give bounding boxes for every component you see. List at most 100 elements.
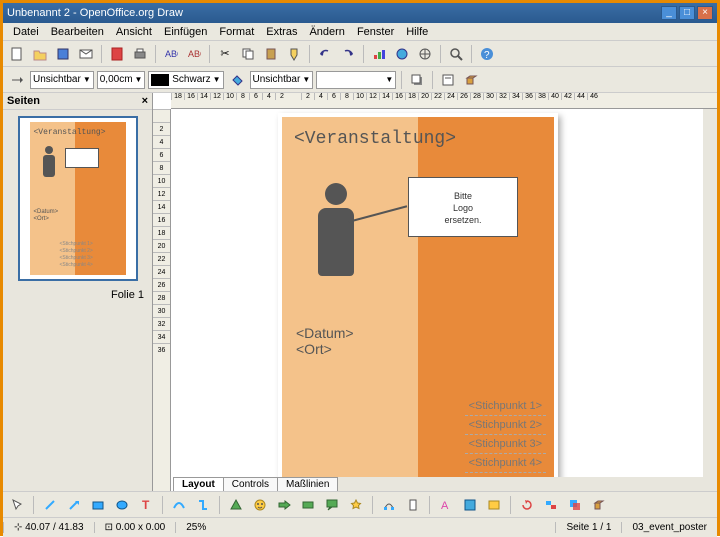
- line-width-dropdown[interactable]: 0,00cm▼: [97, 71, 146, 89]
- flowchart-tool[interactable]: [298, 495, 318, 515]
- line-tool[interactable]: [40, 495, 60, 515]
- fill-color-dropdown[interactable]: ▼: [316, 71, 396, 89]
- fontwork-tool[interactable]: A: [436, 495, 456, 515]
- tab-controls[interactable]: Controls: [223, 477, 278, 491]
- close-button[interactable]: ×: [697, 6, 713, 20]
- vertical-ruler: 24681012141618202224262830323436: [153, 109, 171, 491]
- menu-einfuegen[interactable]: Einfügen: [158, 26, 213, 38]
- copy-button[interactable]: [238, 44, 258, 64]
- chart-button[interactable]: [369, 44, 389, 64]
- export-pdf-button[interactable]: [107, 44, 127, 64]
- symbol-shapes-tool[interactable]: [250, 495, 270, 515]
- svg-text:?: ?: [484, 50, 490, 61]
- menu-fenster[interactable]: Fenster: [351, 26, 400, 38]
- extrusion-button[interactable]: [461, 70, 481, 90]
- format-paint-button[interactable]: [284, 44, 304, 64]
- arrow-style-button[interactable]: [7, 70, 27, 90]
- star-tool[interactable]: [346, 495, 366, 515]
- tab-layout[interactable]: Layout: [173, 477, 224, 491]
- maximize-button[interactable]: □: [679, 6, 695, 20]
- fill-style-dropdown[interactable]: Unsichtbar▼: [250, 71, 314, 89]
- text-tool[interactable]: T: [136, 495, 156, 515]
- logo-placeholder[interactable]: Bitte Logo ersetzen.: [408, 177, 518, 237]
- tab-masslinien[interactable]: Maßlinien: [277, 477, 338, 491]
- bullets-placeholder[interactable]: <Stichpunkt 1> <Stichpunkt 2> <Stichpunk…: [465, 397, 546, 473]
- status-template: 03_event_poster: [621, 522, 717, 533]
- svg-text:ABC: ABC: [165, 49, 178, 59]
- titlebar: Unbenannt 2 - OpenOffice.org Draw _ □ ×: [3, 3, 717, 23]
- new-button[interactable]: [7, 44, 27, 64]
- menubar: Datei Bearbeiten Ansicht Einfügen Format…: [3, 23, 717, 41]
- slide-label: Folie 1: [3, 287, 152, 303]
- select-tool[interactable]: [7, 495, 27, 515]
- status-page: Seite 1 / 1: [555, 522, 621, 533]
- horizontal-ruler: 1816141210864224681012141618202224262830…: [171, 93, 717, 109]
- mail-button[interactable]: [76, 44, 96, 64]
- basic-shapes-tool[interactable]: [226, 495, 246, 515]
- save-button[interactable]: [53, 44, 73, 64]
- rectangle-tool[interactable]: [88, 495, 108, 515]
- menu-format[interactable]: Format: [213, 26, 260, 38]
- autospell-button[interactable]: ABC: [184, 44, 204, 64]
- rotate-tool[interactable]: [517, 495, 537, 515]
- toolbar-line-fill: Unsichtbar▼ 0,00cm▼ Schwarz▼ Unsichtbar▼…: [3, 67, 717, 93]
- arrow-tool[interactable]: [64, 495, 84, 515]
- menu-extras[interactable]: Extras: [260, 26, 303, 38]
- arrow-shapes-tool[interactable]: [274, 495, 294, 515]
- toolbar-drawing: T A: [3, 491, 717, 517]
- status-size: ⊡ 0.00 x 0.00: [94, 522, 176, 533]
- spellcheck-button[interactable]: ABC: [161, 44, 181, 64]
- svg-text:T: T: [142, 498, 150, 512]
- menu-hilfe[interactable]: Hilfe: [400, 26, 434, 38]
- zoom-button[interactable]: [446, 44, 466, 64]
- fill-button[interactable]: [227, 70, 247, 90]
- paste-button[interactable]: [261, 44, 281, 64]
- title-placeholder[interactable]: <Veranstaltung>: [294, 129, 456, 149]
- status-position: ⊹ 40.07 / 41.83: [3, 522, 94, 533]
- undo-button[interactable]: [315, 44, 335, 64]
- menu-aendern[interactable]: Ändern: [303, 26, 350, 38]
- statusbar: ⊹ 40.07 / 41.83 ⊡ 0.00 x 0.00 25% Seite …: [3, 517, 717, 537]
- extrusion-toggle[interactable]: [589, 495, 609, 515]
- styles-button[interactable]: [438, 70, 458, 90]
- callout-tool[interactable]: [322, 495, 342, 515]
- arrange-tool[interactable]: [565, 495, 585, 515]
- hyperlink-button[interactable]: [392, 44, 412, 64]
- minimize-button[interactable]: _: [661, 6, 677, 20]
- panel-close-icon[interactable]: ×: [142, 95, 148, 107]
- line-style-dropdown[interactable]: Unsichtbar▼: [30, 71, 94, 89]
- from-file-tool[interactable]: [460, 495, 480, 515]
- vertical-scrollbar[interactable]: [703, 109, 717, 477]
- drawing-page[interactable]: <Veranstaltung> Bitte Logo ersetzen. <Da…: [278, 113, 558, 491]
- svg-text:ABC: ABC: [188, 49, 201, 59]
- status-zoom[interactable]: 25%: [175, 522, 216, 533]
- glue-tool[interactable]: [403, 495, 423, 515]
- navigator-button[interactable]: [415, 44, 435, 64]
- line-color-dropdown[interactable]: Schwarz▼: [148, 71, 223, 89]
- cut-button[interactable]: ✂: [215, 44, 235, 64]
- horizontal-scrollbar[interactable]: Layout Controls Maßlinien: [173, 477, 717, 491]
- align-tool[interactable]: [541, 495, 561, 515]
- canvas[interactable]: 1816141210864224681012141618202224262830…: [153, 93, 717, 491]
- toolbar-standard: ABC ABC ✂ ?: [3, 41, 717, 67]
- menu-bearbeiten[interactable]: Bearbeiten: [45, 26, 110, 38]
- window-title: Unbenannt 2 - OpenOffice.org Draw: [7, 7, 661, 19]
- points-tool[interactable]: [379, 495, 399, 515]
- shadow-button[interactable]: [407, 70, 427, 90]
- menu-datei[interactable]: Datei: [7, 26, 45, 38]
- redo-button[interactable]: [338, 44, 358, 64]
- print-button[interactable]: [130, 44, 150, 64]
- date-place-placeholder[interactable]: <Datum> <Ort>: [294, 323, 356, 359]
- svg-text:A: A: [441, 500, 449, 512]
- panel-title: Seiten: [7, 95, 40, 107]
- ellipse-tool[interactable]: [112, 495, 132, 515]
- connector-tool[interactable]: [193, 495, 213, 515]
- help-button[interactable]: ?: [477, 44, 497, 64]
- person-icon[interactable]: [318, 183, 354, 276]
- menu-ansicht[interactable]: Ansicht: [110, 26, 158, 38]
- slide-thumbnail-1[interactable]: <Veranstaltung> <Datum><Ort> <Stichpunkt…: [18, 116, 138, 281]
- gallery-tool[interactable]: [484, 495, 504, 515]
- curve-tool[interactable]: [169, 495, 189, 515]
- slides-panel: Seiten × <Veranstaltung> <Datum><Ort> <S…: [3, 93, 153, 491]
- open-button[interactable]: [30, 44, 50, 64]
